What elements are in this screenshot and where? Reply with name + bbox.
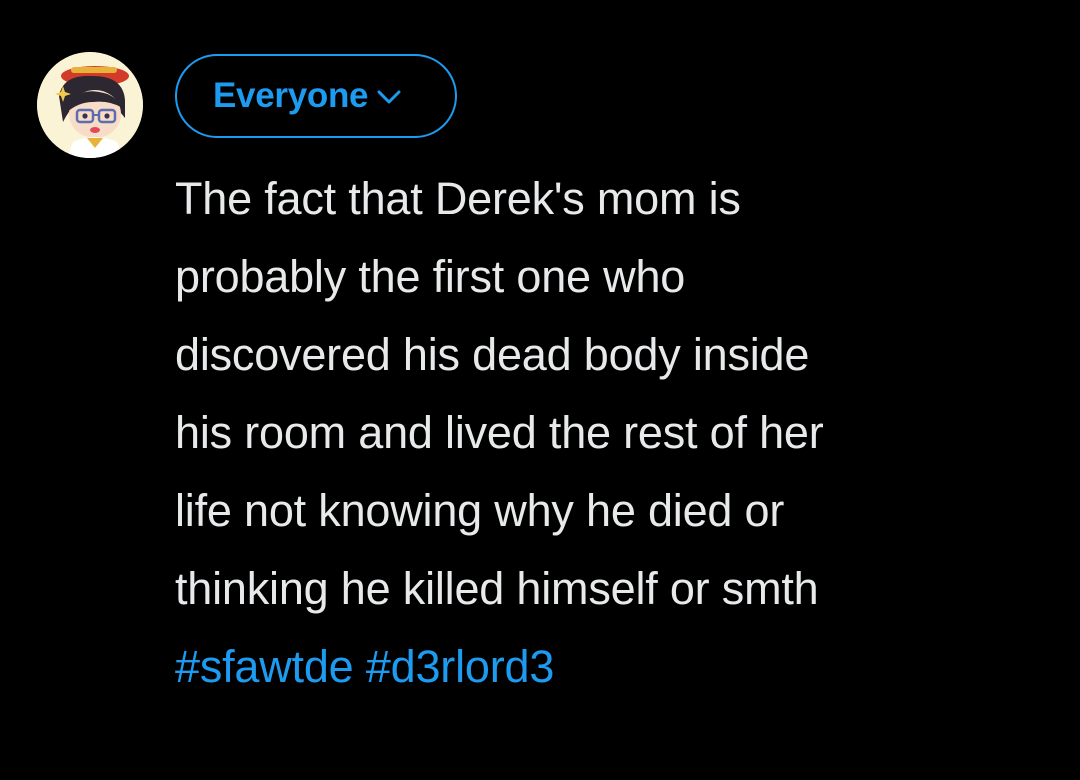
post-text-line: The fact that Derek's mom is xyxy=(175,173,741,224)
audience-label: Everyone xyxy=(213,76,369,115)
post-text-line: probably the first one who xyxy=(175,251,686,302)
post-text-line: thinking he killed himself or smth xyxy=(175,563,819,614)
chevron-down-icon xyxy=(376,88,402,111)
post-text-input[interactable]: The fact that Derek's mom is probably th… xyxy=(175,160,1055,706)
post-text-line: his room and lived the rest of her xyxy=(175,407,824,458)
avatar[interactable] xyxy=(37,52,143,158)
avatar-illustration xyxy=(37,52,143,158)
hashtag-link[interactable]: #sfawtde xyxy=(175,641,354,692)
audience-selector-button[interactable]: Everyone xyxy=(175,54,457,138)
hashtag-link[interactable]: #d3rlord3 xyxy=(366,641,555,692)
post-text-line: life not knowing why he died or xyxy=(175,485,785,536)
hashtag-line: #sfawtde #d3rlord3 xyxy=(175,628,1055,706)
post-text-line: discovered his dead body inside xyxy=(175,329,810,380)
post-composer: Everyone The fact that Derek's mom is pr… xyxy=(0,0,1080,780)
